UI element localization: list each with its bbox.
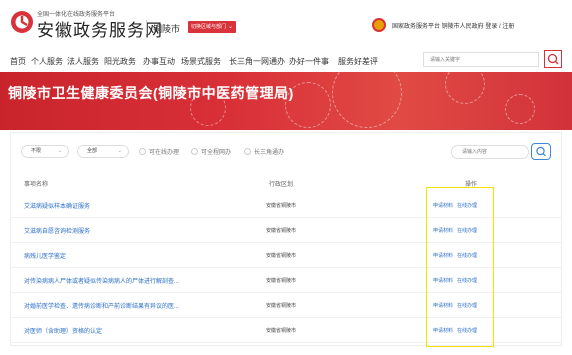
region-cell: 安徽省铜陵市: [266, 203, 297, 209]
search-icon: [547, 53, 559, 65]
region-cell: 安徽省铜陵市: [266, 278, 297, 284]
site-search-button[interactable]: [544, 50, 562, 68]
chevron-down-icon: ⌄: [117, 148, 122, 154]
radio-online-label: 可在线办理: [149, 150, 180, 156]
service-name-link[interactable]: 对医师（含助理）资格的认定: [24, 326, 102, 335]
nav-item-legal-person[interactable]: 法人服务: [67, 56, 99, 67]
filter-search-button[interactable]: [531, 143, 551, 160]
service-name-link[interactable]: 病残儿医学鉴定: [24, 251, 66, 260]
top-links[interactable]: 国家政务服务平台 铜陵市人民政府 登录 / 注册: [392, 21, 514, 30]
nav-item-home[interactable]: 首页: [10, 56, 26, 67]
department-banner: 铜陵市卫生健康委员会(铜陵市中医药管理局): [0, 72, 572, 130]
radio-circle-icon: [139, 148, 146, 155]
nav-item-personal[interactable]: 个人服务: [31, 56, 63, 67]
type-select-value: 不限: [31, 148, 42, 154]
filter-bar: 不限 ⌄ 全部 ⌄ 可在线办理 可全程网办 长三角通办: [21, 143, 553, 161]
radio-online[interactable]: 可在线办理: [139, 147, 179, 156]
nav-item-interaction[interactable]: 办事互动: [143, 56, 175, 67]
nav-item-rating[interactable]: 服务好差评: [338, 56, 378, 67]
search-icon: [536, 146, 546, 157]
nav-item-yangtze-delta[interactable]: 长三角一网通办: [229, 56, 285, 67]
department-title: 铜陵市卫生健康委员会(铜陵市中医药管理局): [8, 85, 294, 101]
divider: [146, 20, 147, 34]
radio-yangtze-delta[interactable]: 长三角通办: [244, 147, 284, 156]
banner-decoration: [332, 72, 402, 128]
radio-circle-icon: [244, 148, 251, 155]
nav-item-one-thing[interactable]: 办好一件事: [289, 56, 329, 67]
city-switch-button[interactable]: 切换区域与部门 ⌄: [188, 21, 237, 33]
region-cell: 安徽省铜陵市: [266, 228, 297, 234]
filter-search-input[interactable]: [452, 146, 528, 158]
column-header-region: 行政区划: [269, 182, 294, 188]
national-emblem-icon: [372, 18, 386, 32]
scope-select[interactable]: 全部 ⌄: [77, 145, 129, 158]
site-logo-icon[interactable]: [10, 10, 34, 34]
filter-search-box[interactable]: [451, 145, 529, 159]
radio-fully-online-label: 可全程网办: [201, 150, 232, 156]
region-cell: 安徽省铜陵市: [266, 328, 297, 334]
site-header: 全国一体化在线政务服务平台 安徽政务服务网 铜陵市 切换区域与部门 ⌄ 国家政务服…: [0, 0, 572, 50]
radio-yangtze-delta-label: 长三角通办: [254, 150, 285, 156]
banner-decoration: [445, 72, 485, 104]
service-list-panel: 不限 ⌄ 全部 ⌄ 可在线办理 可全程网办 长三角通办 事项名称 行政区划 操作: [10, 132, 562, 347]
site-search-input[interactable]: [424, 53, 538, 66]
site-search-box[interactable]: [423, 52, 539, 67]
nav-item-open-government[interactable]: 阳光政务: [104, 56, 136, 67]
column-header-name: 事项名称: [24, 182, 49, 188]
radio-fully-online[interactable]: 可全程网办: [191, 147, 231, 156]
current-city: 铜陵市: [153, 24, 181, 34]
service-name-link[interactable]: 艾滋病自愿咨询检测服务: [24, 226, 90, 235]
banner-decoration: [505, 94, 535, 124]
service-name-link[interactable]: 艾滋病疑似样本确证服务: [24, 201, 90, 210]
top-links-bar: 国家政务服务平台 铜陵市人民政府 登录 / 注册: [372, 18, 568, 34]
scope-select-value: 全部: [87, 148, 98, 154]
region-cell: 安徽省铜陵市: [266, 253, 297, 259]
brand-title[interactable]: 安徽政务服务网: [37, 16, 163, 41]
city-switch-label: 切换区域与部门: [191, 24, 227, 30]
region-cell: 安徽省铜陵市: [266, 303, 297, 309]
chevron-down-icon: ⌄: [57, 148, 62, 154]
radio-circle-icon: [191, 148, 198, 155]
nav-item-scenario[interactable]: 场景式服务: [181, 56, 221, 67]
service-name-link[interactable]: 对婚前医学检查、遗传病诊断和产前诊断结果有异议的医...: [24, 301, 179, 310]
highlight-box: [426, 187, 494, 347]
type-select[interactable]: 不限 ⌄: [21, 145, 69, 158]
chevron-down-icon: ⌄: [228, 24, 234, 30]
service-name-link[interactable]: 对传染病病人尸体或者疑似传染病病人的尸体进行解剖查...: [24, 276, 179, 285]
